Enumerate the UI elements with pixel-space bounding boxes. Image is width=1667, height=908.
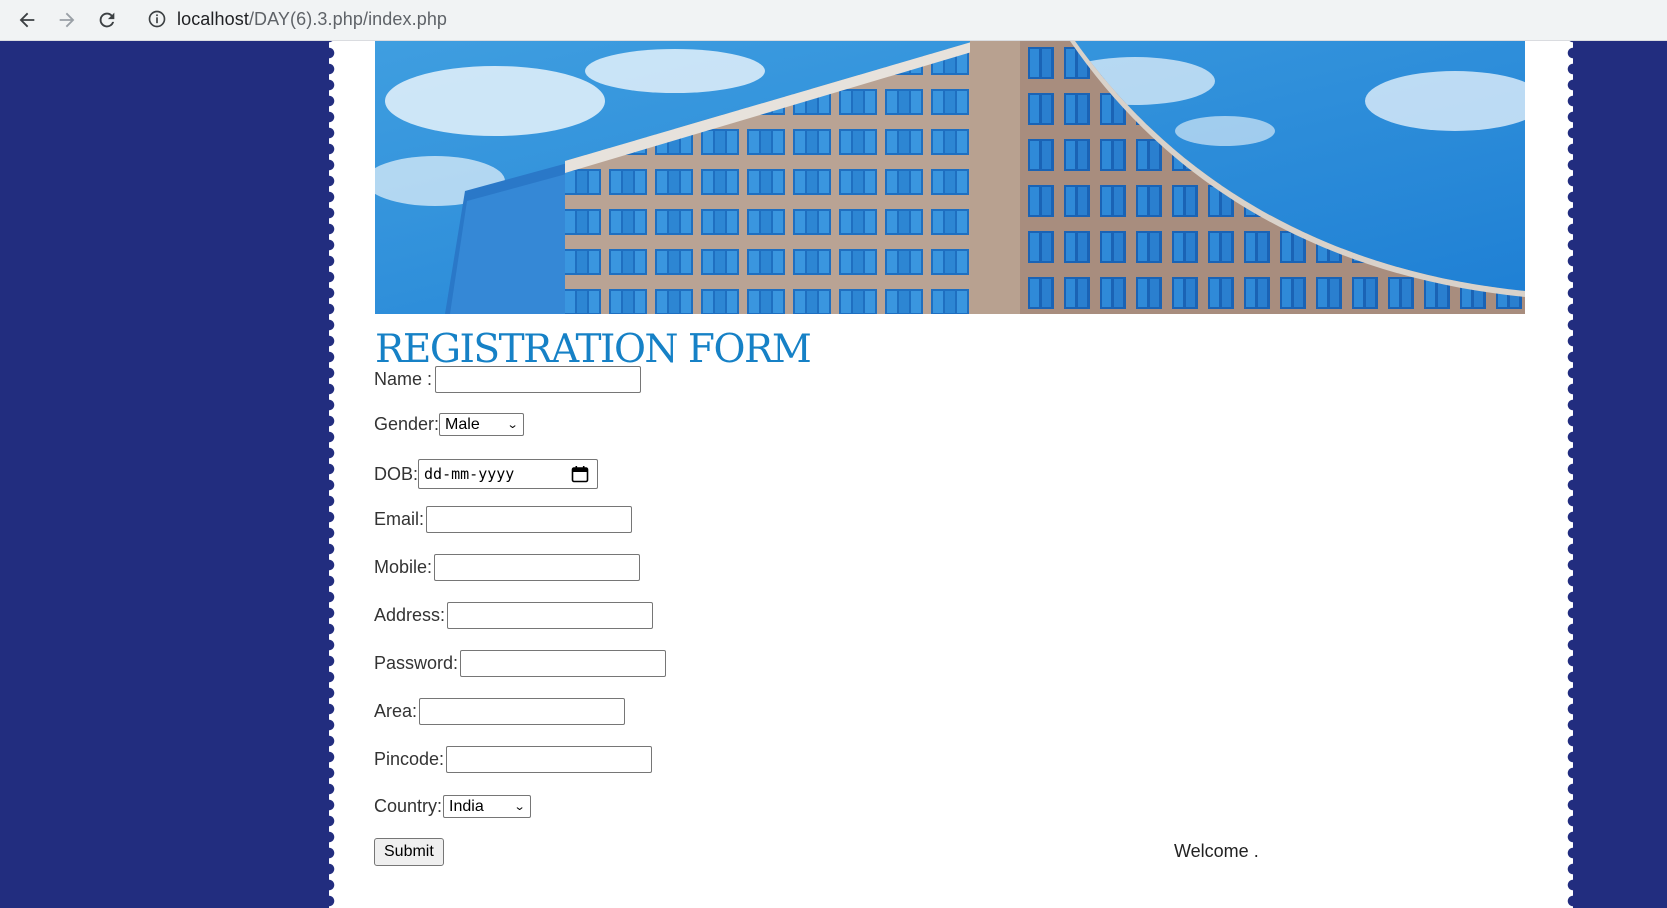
pincode-label: Pincode: — [374, 749, 445, 769]
name-label: Name : — [374, 369, 433, 389]
dob-label: DOB: — [374, 463, 419, 484]
country-label: Country: — [374, 796, 443, 816]
country-selected-value: India — [449, 797, 484, 815]
right-scalloped-border — [1567, 41, 1579, 908]
address-input[interactable] — [447, 602, 654, 629]
email-row: Email: — [374, 506, 633, 533]
dob-row: DOB: dd-mm-yyyy — [374, 459, 599, 489]
info-icon[interactable] — [147, 9, 167, 29]
url-host: localhost — [177, 8, 249, 29]
mobile-row: Mobile: — [374, 554, 641, 581]
url-text[interactable]: localhost/DAY(6).3.php/index.php — [177, 9, 447, 30]
area-input[interactable] — [419, 698, 626, 725]
submit-row: Submit — [374, 838, 444, 866]
page-viewport: REGISTRATION FORM Name : Gender: Male ⌄ … — [0, 41, 1667, 908]
address-bar[interactable]: localhost/DAY(6).3.php/index.php — [137, 0, 1667, 38]
back-button[interactable] — [12, 5, 42, 35]
name-input[interactable] — [435, 366, 642, 393]
mobile-input[interactable] — [434, 554, 641, 581]
submit-button[interactable]: Submit — [374, 838, 444, 866]
calendar-icon[interactable] — [571, 465, 589, 483]
forward-arrow-icon — [59, 12, 75, 28]
mobile-label: Mobile: — [374, 557, 433, 577]
address-row: Address: — [374, 602, 654, 629]
forward-button[interactable] — [52, 5, 82, 35]
country-row: Country: India ⌄ — [374, 795, 532, 818]
area-label: Area: — [374, 701, 418, 721]
reload-button[interactable] — [92, 5, 122, 35]
area-row: Area: — [374, 698, 626, 725]
password-input[interactable] — [460, 650, 667, 677]
gender-row: Gender: Male ⌄ — [374, 413, 525, 436]
url-path: /DAY(6).3.php/index.php — [248, 8, 448, 29]
gender-label: Gender: — [374, 414, 440, 434]
browser-toolbar: localhost/DAY(6).3.php/index.php — [0, 0, 1667, 41]
left-scalloped-border — [323, 41, 335, 908]
pincode-input[interactable] — [446, 746, 653, 773]
gender-select[interactable]: Male ⌄ — [439, 413, 525, 436]
back-arrow-icon — [19, 12, 35, 28]
dob-placeholder: dd-mm-yyyy — [424, 465, 515, 483]
pincode-row: Pincode: — [374, 746, 653, 773]
address-label: Address: — [374, 605, 446, 625]
dob-date-input[interactable]: dd-mm-yyyy — [418, 459, 599, 489]
name-row: Name : — [374, 366, 642, 393]
header-banner-image — [375, 41, 1525, 314]
country-select[interactable]: India ⌄ — [443, 795, 532, 818]
chevron-down-icon: ⌄ — [506, 419, 519, 431]
password-label: Password: — [374, 653, 459, 673]
email-label: Email: — [374, 509, 425, 529]
reload-icon — [99, 12, 115, 28]
chevron-down-icon: ⌄ — [513, 801, 526, 813]
password-row: Password: — [374, 650, 667, 677]
welcome-text: Welcome . — [1174, 841, 1259, 861]
gender-selected-value: Male — [445, 415, 480, 433]
email-input[interactable] — [426, 506, 633, 533]
